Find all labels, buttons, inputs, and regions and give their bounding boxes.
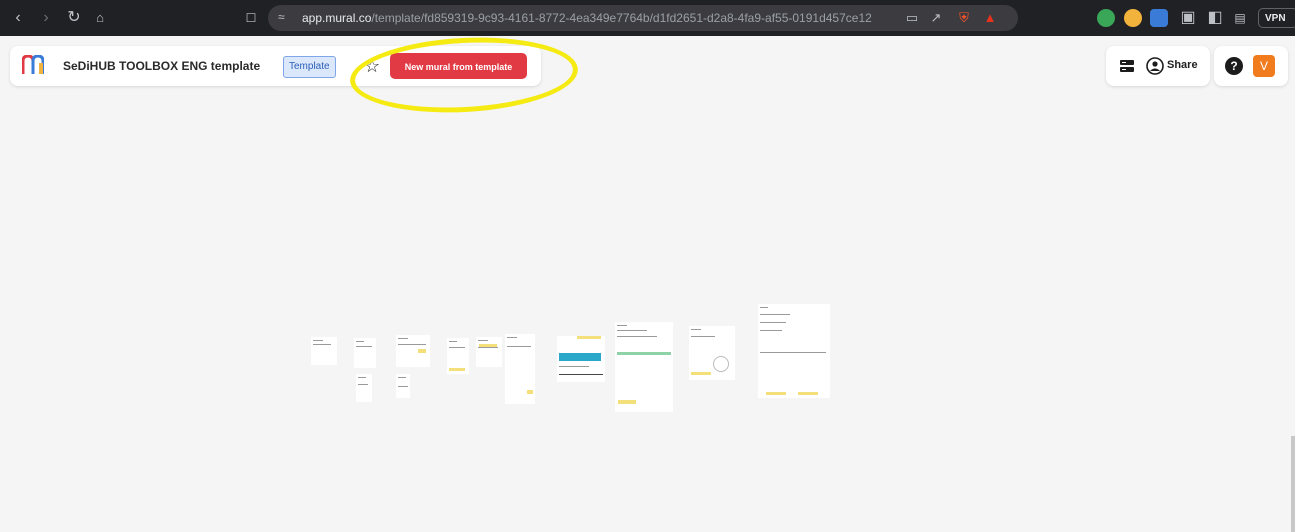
mural-area-thumbnail[interactable] bbox=[758, 304, 830, 398]
mural-area-thumbnail[interactable] bbox=[557, 336, 605, 382]
mural-area-thumbnail[interactable] bbox=[447, 338, 469, 374]
site-settings-icon[interactable]: ≈ bbox=[278, 10, 285, 24]
back-icon[interactable]: ‹ bbox=[8, 8, 28, 28]
mural-title[interactable]: SeDiHUB TOOLBOX ENG template bbox=[63, 59, 260, 73]
mural-area-thumbnail[interactable] bbox=[476, 337, 502, 367]
wallet-icon[interactable]: ▤ bbox=[1230, 8, 1250, 28]
mural-canvas[interactable] bbox=[0, 96, 1295, 532]
mural-area-thumbnail[interactable] bbox=[356, 374, 372, 402]
puzzle-extensions-icon[interactable]: ▣ bbox=[1178, 8, 1198, 28]
mural-area-thumbnail[interactable] bbox=[615, 322, 673, 412]
share-page-icon[interactable]: ↗ bbox=[928, 10, 944, 26]
extension-icon[interactable] bbox=[1097, 9, 1115, 27]
mural-area-thumbnail[interactable] bbox=[396, 335, 430, 367]
outline-layout-icon[interactable] bbox=[1119, 58, 1135, 74]
mural-area-thumbnail[interactable] bbox=[354, 338, 376, 368]
mural-area-thumbnail[interactable] bbox=[505, 334, 535, 404]
extension-icon[interactable] bbox=[1150, 9, 1168, 27]
forward-icon[interactable]: › bbox=[36, 8, 56, 28]
reload-icon[interactable]: ↻ bbox=[64, 8, 84, 28]
cast-icon[interactable]: ▭ bbox=[904, 10, 920, 26]
home-icon[interactable]: ⌂ bbox=[90, 8, 110, 28]
template-badge: Template bbox=[283, 56, 336, 78]
brave-shields-icon[interactable]: ⛨ bbox=[956, 10, 972, 26]
vpn-button[interactable]: VPN bbox=[1258, 8, 1295, 28]
share-button[interactable]: Share bbox=[1167, 59, 1198, 71]
top-right-toolbar: Share bbox=[1106, 46, 1210, 86]
browser-toolbar: ‹ › ↻ ⌂ ☐ ≈ app.mural.co/template/fd8593… bbox=[0, 0, 1295, 36]
help-account-group: ? V bbox=[1214, 46, 1288, 86]
mural-area-thumbnail[interactable] bbox=[689, 326, 735, 380]
mural-area-thumbnail[interactable] bbox=[396, 374, 410, 398]
extension-icon[interactable] bbox=[1124, 9, 1142, 27]
mural-logo-icon bbox=[22, 55, 44, 74]
bookmark-icon[interactable]: ☐ bbox=[241, 8, 261, 28]
brave-rewards-icon[interactable]: ▲ bbox=[982, 10, 998, 26]
sidebar-icon[interactable]: ◧ bbox=[1205, 8, 1225, 28]
url-text: app.mural.co/template/fd859319-9c93-4161… bbox=[302, 11, 872, 25]
avatar[interactable]: V bbox=[1253, 55, 1275, 77]
share-user-icon[interactable] bbox=[1146, 57, 1164, 75]
vertical-scrollbar[interactable] bbox=[1291, 436, 1295, 532]
address-bar[interactable]: ≈ app.mural.co/template/fd859319-9c93-41… bbox=[268, 5, 1018, 31]
help-icon[interactable]: ? bbox=[1225, 57, 1243, 75]
mural-area-thumbnail[interactable] bbox=[311, 337, 337, 365]
